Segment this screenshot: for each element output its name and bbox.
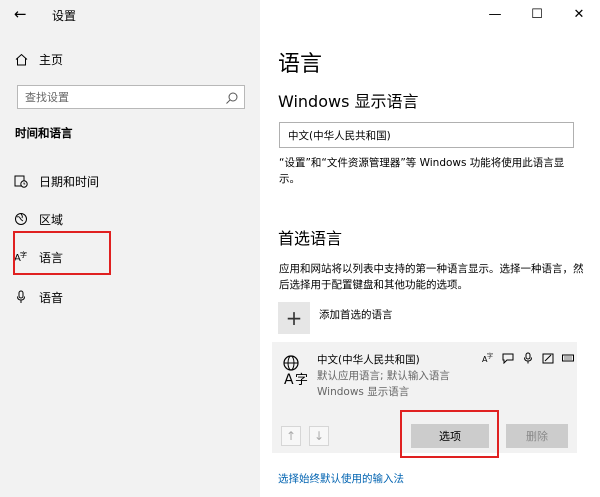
calendar-clock-icon — [14, 174, 28, 188]
sidebar-item-label: 区域 — [39, 212, 64, 227]
close-icon[interactable]: ✕ — [558, 0, 600, 28]
page-title: 语言 — [278, 52, 323, 77]
language-status-2: Windows 显示语言 — [317, 386, 410, 398]
language-capability-icons: A字 — [482, 352, 574, 364]
minimize-icon[interactable]: — — [474, 0, 516, 28]
search-icon[interactable] — [225, 90, 239, 104]
handwriting-icon — [542, 352, 554, 364]
window-title: 设置 — [52, 9, 77, 23]
svg-text:字: 字 — [295, 373, 308, 388]
svg-text:字: 字 — [487, 352, 493, 360]
highlight-box-language — [13, 231, 111, 275]
display-language-desc: “设置”和“文件资源管理器”等 Windows 功能将使用此语言显示。 — [279, 157, 565, 185]
move-down-button[interactable]: ↓ — [309, 426, 329, 446]
arrow-up-icon: ↑ — [285, 429, 297, 443]
sidebar-item-speech[interactable]: 语音 — [14, 286, 63, 308]
input-method-link[interactable]: 选择始终默认使用的输入法 — [278, 471, 404, 486]
sidebar-item-label: 主页 — [39, 52, 64, 67]
sidebar-item-label: 语音 — [39, 290, 64, 305]
language-status-1: 默认应用语言; 默认输入语言 — [317, 370, 450, 382]
preferred-language-desc: 应用和网站将以列表中支持的第一种语言显示。选择一种语言，然后选择用于配置键盘和其… — [279, 263, 584, 291]
move-up-button[interactable]: ↑ — [281, 426, 301, 446]
preferred-language-heading: 首选语言 — [278, 229, 343, 248]
sidebar-item-label: 日期和时间 — [39, 174, 100, 189]
add-language-label[interactable]: 添加首选的语言 — [319, 307, 393, 322]
microphone-icon — [14, 290, 28, 304]
sidebar-item-date-time[interactable]: 日期和时间 — [14, 170, 99, 192]
arrow-down-icon: ↓ — [313, 429, 325, 443]
main-panel: — ☐ ✕ 语言 Windows 显示语言 中文(中华人民共和国) “设置”和“… — [260, 0, 600, 497]
section-title: 时间和语言 — [15, 126, 73, 140]
display-language-icon: A字 — [482, 352, 494, 364]
sidebar: ← 设置 主页 时间和语言 日期和时间 区域 A字 语言 — [0, 0, 260, 497]
remove-button[interactable]: 删除 — [506, 424, 568, 448]
plus-icon: + — [285, 306, 303, 330]
back-arrow-icon[interactable]: ← — [14, 5, 27, 23]
search-input[interactable] — [18, 86, 208, 109]
language-name: 中文(中华人民共和国) — [317, 354, 420, 366]
add-language-button[interactable]: + — [278, 302, 310, 334]
sidebar-item-region[interactable]: 区域 — [14, 208, 63, 230]
display-language-heading: Windows 显示语言 — [278, 92, 419, 111]
language-glyph-icon: A 字 — [282, 354, 312, 388]
microphone-icon — [522, 352, 534, 364]
speech-bubble-icon — [502, 352, 514, 364]
sidebar-item-home[interactable]: 主页 — [14, 48, 63, 70]
titlebar-left: ← 设置 — [0, 0, 260, 30]
search-box[interactable] — [17, 85, 245, 109]
home-icon — [14, 52, 28, 66]
svg-text:A: A — [284, 372, 294, 388]
window-controls: — ☐ ✕ — [474, 0, 600, 30]
highlight-box-options — [400, 410, 499, 458]
globe-region-icon — [14, 212, 28, 226]
maximize-icon[interactable]: ☐ — [516, 0, 558, 28]
display-language-select[interactable]: 中文(中华人民共和国) — [279, 122, 574, 148]
keyboard-icon — [562, 352, 574, 364]
